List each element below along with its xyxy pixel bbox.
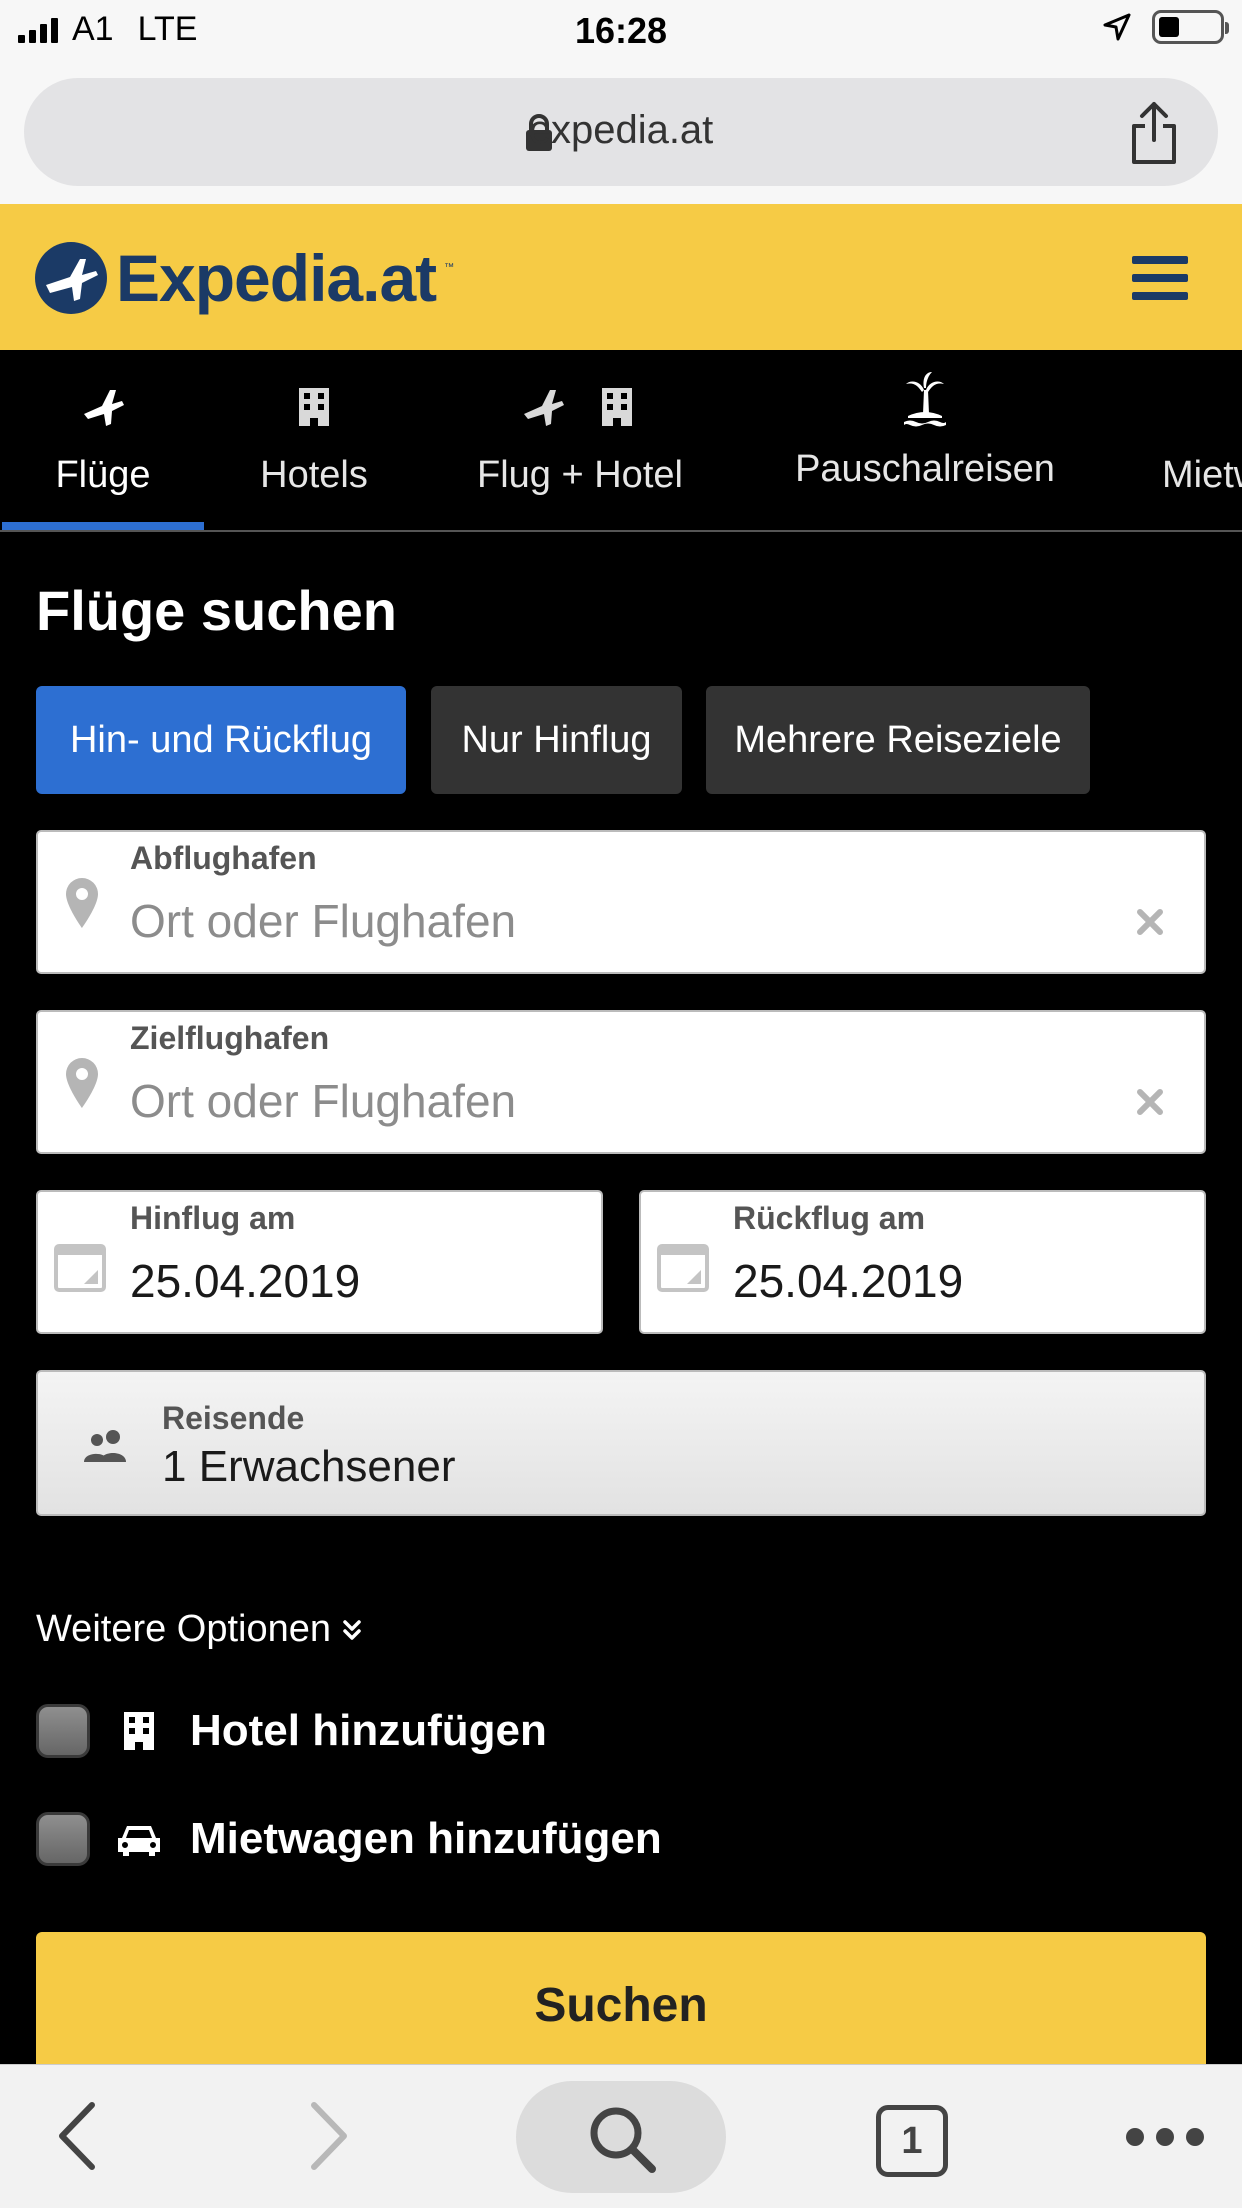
tab-flights[interactable]: Flüge xyxy=(2,350,204,530)
trip-type-roundtrip-button[interactable]: Hin- und Rückflug xyxy=(36,686,406,794)
tab-package-holidays[interactable]: Pauschalreisen xyxy=(770,350,1080,530)
hamburger-menu-icon[interactable] xyxy=(1132,256,1188,300)
tab-rental-cars[interactable]: Mietw xyxy=(1160,350,1242,530)
battery-icon xyxy=(1152,10,1229,44)
more-options-toggle[interactable]: Weitere Optionen xyxy=(36,1608,363,1651)
trip-type-oneway-button[interactable]: Nur Hinflug xyxy=(431,686,682,794)
hotel-icon xyxy=(602,388,632,426)
tab-hotels[interactable]: Hotels xyxy=(214,350,414,530)
more-icon[interactable] xyxy=(1124,2125,1206,2149)
travelers-selector[interactable]: Reisende 1 Erwachsener xyxy=(36,1370,1206,1516)
return-label: Rückflug am xyxy=(733,1200,926,1236)
plane-icon xyxy=(84,390,124,426)
status-bar: A1 LTE 16:28 xyxy=(0,0,1242,62)
trip-type-multicity-button[interactable]: Mehrere Reiseziele xyxy=(706,686,1090,794)
tab-label: Pauschalreisen xyxy=(795,448,1055,490)
logo-trademark: ™ xyxy=(444,262,455,273)
travelers-label: Reisende xyxy=(162,1400,305,1436)
hotel-icon xyxy=(299,388,329,426)
origin-field[interactable]: Abflughafen Ort oder Flughafen xyxy=(36,830,1206,974)
location-arrow-icon xyxy=(1103,13,1131,41)
return-date-field[interactable]: Rückflug am 25.04.2019 xyxy=(639,1190,1206,1334)
departure-value: 25.04.2019 xyxy=(130,1255,361,1307)
add-hotel-option[interactable]: Hotel hinzufügen xyxy=(36,1704,547,1758)
forward-icon[interactable] xyxy=(306,2101,350,2171)
destination-label: Zielflughafen xyxy=(130,1020,330,1056)
hotel-icon xyxy=(124,1712,154,1750)
departure-date-field[interactable]: Hinflug am 25.04.2019 xyxy=(36,1190,603,1334)
clock: 16:28 xyxy=(574,10,668,51)
calendar-icon xyxy=(54,1244,106,1292)
tabs-button[interactable]: 1 xyxy=(876,2105,948,2177)
search-pill[interactable] xyxy=(516,2081,726,2193)
return-value: 25.04.2019 xyxy=(733,1255,964,1307)
add-hotel-checkbox[interactable] xyxy=(36,1704,90,1758)
url-text: expedia.at xyxy=(528,108,714,152)
add-hotel-label: Hotel hinzufügen xyxy=(190,1706,547,1755)
plane-icon xyxy=(524,390,564,426)
clear-icon[interactable] xyxy=(1136,908,1164,936)
globe-plane-icon xyxy=(35,242,107,314)
location-pin-icon xyxy=(66,878,98,928)
location-pin-icon xyxy=(66,1058,98,1108)
destination-field[interactable]: Zielflughafen Ort oder Flughafen xyxy=(36,1010,1206,1154)
site-header: Expedia.at ™ xyxy=(0,204,1242,350)
palm-island-icon xyxy=(904,372,946,427)
browser-toolbar: 1 xyxy=(0,2064,1242,2208)
logo-text: Expedia.at xyxy=(116,241,437,315)
clear-icon[interactable] xyxy=(1136,1088,1164,1116)
origin-placeholder: Ort oder Flughafen xyxy=(130,895,517,947)
tab-label: Flüge xyxy=(55,454,151,496)
destination-placeholder: Ort oder Flughafen xyxy=(130,1075,517,1127)
double-chevron-down-icon xyxy=(343,1619,361,1640)
share-icon[interactable] xyxy=(1128,100,1180,166)
back-icon[interactable] xyxy=(56,2101,100,2171)
car-icon xyxy=(118,1826,160,1856)
tab-label: Hotels xyxy=(260,454,368,496)
page-title: Flüge suchen xyxy=(36,579,397,642)
address-bar[interactable]: expedia.at xyxy=(24,78,1218,186)
product-tabs: Flüge Hotels Flug + Hotel Pauschalreisen… xyxy=(0,350,1242,532)
tab-label: Flug + Hotel xyxy=(477,454,683,496)
tab-flight-hotel[interactable]: Flug + Hotel xyxy=(440,350,720,530)
add-car-checkbox[interactable] xyxy=(36,1812,90,1866)
add-car-option[interactable]: Mietwagen hinzufügen xyxy=(36,1812,662,1866)
add-car-label: Mietwagen hinzufügen xyxy=(190,1814,662,1863)
search-icon xyxy=(590,2107,656,2173)
more-options-label: Weitere Optionen xyxy=(36,1608,332,1650)
origin-label: Abflughafen xyxy=(130,840,317,876)
calendar-icon xyxy=(657,1244,709,1292)
expedia-logo[interactable]: Expedia.at ™ xyxy=(34,240,454,316)
travelers-value: 1 Erwachsener xyxy=(162,1442,456,1491)
departure-label: Hinflug am xyxy=(130,1200,296,1236)
tab-label: Mietw xyxy=(1162,454,1242,496)
browser-address-area: expedia.at xyxy=(0,62,1242,204)
travelers-icon xyxy=(84,1430,126,1462)
